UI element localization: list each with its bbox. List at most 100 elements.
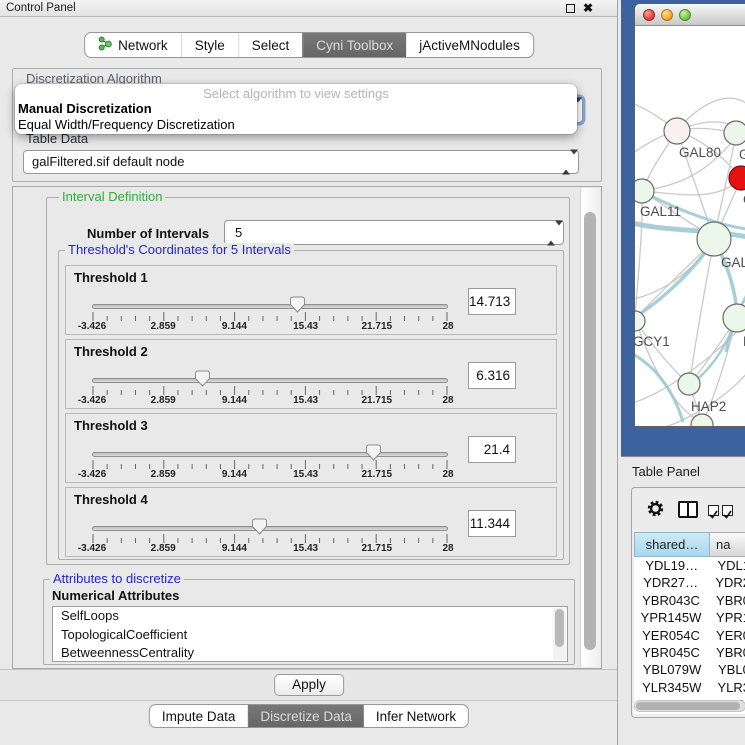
slider-scale-labels: -3.4262.8599.14415.4321.71528 [92, 321, 448, 333]
numerical-attributes-list[interactable]: SelfLoopsTopologicalCoefficientBetweenne… [52, 606, 568, 662]
popup-hint: Select algorithm to view settings [15, 86, 577, 101]
tab-infer-network[interactable]: Infer Network [364, 705, 468, 727]
network-node-hap2[interactable] [678, 373, 700, 395]
table-horizontal-scrollbar[interactable] [634, 700, 745, 712]
cell-shared-name: YDL19… [634, 557, 709, 574]
table-row[interactable]: YBR043CYBR0 [634, 592, 745, 609]
attributes-group-label: Attributes to discretize [50, 572, 184, 586]
checkbox-icon[interactable] [708, 505, 719, 516]
scale-label: 15.43 [293, 321, 318, 332]
settings-scrollbar[interactable] [580, 188, 600, 667]
apply-button[interactable]: Apply [274, 674, 344, 696]
tab-network[interactable]: Network [85, 33, 181, 57]
threshold-value-field[interactable]: 11.344 [468, 510, 516, 537]
scale-label: 15.43 [293, 395, 318, 406]
network-node-h[interactable] [723, 304, 745, 332]
tab-label: Network [118, 38, 168, 53]
cell-name: YDL1 [709, 557, 745, 574]
tab-select[interactable]: Select [238, 33, 303, 57]
network-desktop: GAL80GACGAL11GAL4GCY1HHAP2 [621, 0, 745, 456]
threshold-panel-2: Threshold 2-3.4262.8599.14415.4321.71528… [65, 339, 557, 409]
table-row[interactable]: YDR27…YDR2 [634, 574, 745, 591]
list-item[interactable]: TopologicalCoefficient [53, 626, 567, 645]
float-window-icon[interactable] [566, 4, 575, 13]
threshold-value-field[interactable]: 21.4 [468, 436, 516, 463]
cell-shared-name: YPR145W [634, 609, 708, 626]
cell-shared-name: YBR045C [634, 644, 708, 661]
column-header-name[interactable]: na [710, 532, 745, 557]
table-row[interactable]: YBL079WYBL0 [634, 661, 745, 678]
threshold-value-field[interactable]: 6.316 [468, 362, 516, 389]
table-row[interactable]: YBR045CYBR0 [634, 644, 745, 661]
network-icon [98, 36, 112, 54]
number-of-intervals-value: 5 [235, 221, 242, 244]
network-node-ga[interactable] [724, 121, 745, 145]
table-row[interactable]: YDL19…YDL1 [634, 557, 745, 574]
scale-label: 21.715 [362, 543, 393, 554]
scrollbar-thumb[interactable] [584, 212, 596, 650]
list-item[interactable]: BetweennessCentrality [53, 644, 567, 662]
cell-shared-name: YBR043C [634, 592, 708, 609]
tab-jactivemnodules[interactable]: jActiveMNodules [406, 33, 533, 57]
table-row[interactable]: YER054CYER0 [634, 627, 745, 644]
slider-ticks [92, 460, 448, 469]
zoom-traffic-light[interactable] [679, 9, 691, 21]
list-item[interactable]: SelfLoops [53, 607, 567, 626]
close-icon[interactable]: ✖ [583, 0, 593, 16]
popup-option-manual-discretization[interactable]: Manual Discretization [18, 101, 152, 117]
table-panel: Table Panel sh [621, 456, 745, 745]
scale-label: 21.715 [362, 469, 393, 480]
network-node-gal80[interactable] [664, 118, 690, 144]
scrollbar-thumb[interactable] [636, 702, 740, 710]
threshold-value-field[interactable]: 14.713 [468, 288, 516, 315]
tab-label: Select [252, 38, 290, 53]
threshold-slider[interactable]: -3.4262.8599.14415.4321.71528 [92, 442, 448, 482]
tab-label: Style [195, 38, 225, 53]
gear-icon[interactable] [646, 499, 665, 518]
numerical-attributes-label: Numerical Attributes [52, 588, 179, 603]
cell-shared-name: YLR345W [634, 679, 709, 696]
slider-track[interactable] [92, 526, 448, 531]
cell-name: YDR2 [707, 574, 745, 591]
slider-scale-labels: -3.4262.8599.14415.4321.71528 [92, 469, 448, 481]
tab-cyni-toolbox[interactable]: Cyni Toolbox [302, 33, 406, 57]
network-node-gal11[interactable] [635, 179, 654, 203]
minimize-traffic-light[interactable] [661, 9, 673, 21]
slider-track[interactable] [92, 378, 448, 383]
slider-track[interactable] [92, 452, 448, 457]
slider-scale-labels: -3.4262.8599.14415.4321.71528 [92, 543, 448, 555]
tab-discretize-data[interactable]: Discretize Data [247, 705, 364, 727]
control-panel-titlebar: Control Panel ✖ [0, 0, 618, 17]
tab-style[interactable]: Style [181, 33, 238, 57]
network-node-gal4[interactable] [697, 222, 731, 256]
table-data-combobox[interactable]: galFiltered.sif default node [23, 150, 579, 174]
slider-track[interactable] [92, 304, 448, 309]
close-traffic-light[interactable] [643, 9, 655, 21]
network-node[interactable] [691, 414, 713, 426]
right-pane: GAL80GACGAL11GAL4GCY1HHAP2 Table Panel [617, 0, 745, 745]
threshold-slider[interactable]: -3.4262.8599.14415.4321.71528 [92, 294, 448, 334]
threshold-label: Threshold 1 [74, 270, 148, 285]
network-node-gcy1[interactable] [635, 311, 645, 331]
table-rows: YDL19…YDL1YDR27…YDR2YBR043CYBR0YPR145WYP… [634, 557, 745, 714]
scrollbar-thumb[interactable] [555, 609, 564, 647]
threshold-slider[interactable]: -3.4262.8599.14415.4321.71528 [92, 368, 448, 408]
columns-icon[interactable] [678, 501, 698, 518]
scale-label: 28 [442, 321, 453, 332]
top-tab-bar: Network Style Select Cyni ToolboxjActiveMNo… [84, 32, 534, 58]
threshold-slider[interactable]: -3.4262.8599.14415.4321.71528 [92, 516, 448, 556]
checkbox-icon[interactable] [722, 505, 733, 516]
table-row[interactable]: YPR145WYPR1 [634, 609, 745, 626]
threshold-panel-3: Threshold 3-3.4262.8599.14415.4321.71528… [65, 413, 557, 483]
thresholds-group-label: Threshold's Coordinates for 5 Intervals [65, 243, 294, 257]
tab-impute-data[interactable]: Impute Data [150, 705, 248, 727]
table-row[interactable]: YLR345WYLR3 [634, 679, 745, 696]
list-scrollbar[interactable] [553, 608, 566, 660]
slider-ticks [92, 312, 448, 321]
scale-label: 9.144 [222, 543, 247, 554]
scale-label: 2.859 [151, 395, 176, 406]
popup-option-equal-width-frequency[interactable]: Equal Width/Frequency Discretization [18, 117, 235, 133]
table-data-value: galFiltered.sif default node [32, 151, 184, 173]
column-header-shared-name[interactable]: shared… [634, 532, 710, 557]
network-graph[interactable]: GAL80GACGAL11GAL4GCY1HHAP2 [635, 26, 745, 426]
